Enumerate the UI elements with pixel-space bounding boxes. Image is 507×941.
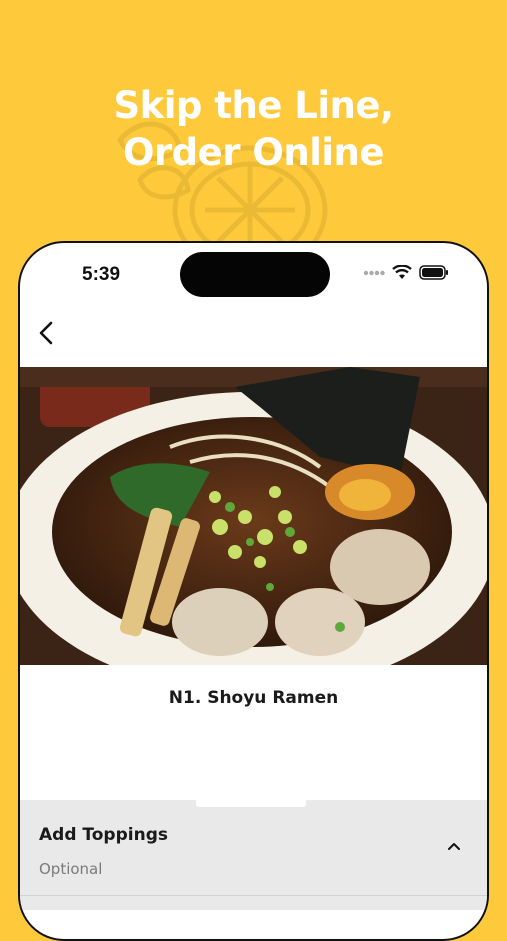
item-name: N1. Shoyu Ramen bbox=[168, 688, 339, 708]
phone-frame: 5:39 N1. Shoyu Ramen Add Toppings Option… bbox=[18, 241, 489, 941]
status-icons bbox=[363, 265, 449, 280]
ramen-bowl-photo bbox=[20, 367, 487, 665]
back-button[interactable] bbox=[28, 317, 64, 349]
headline-line-2: Order Online bbox=[122, 131, 385, 174]
battery-icon bbox=[419, 265, 448, 280]
section-title: Add Toppings bbox=[39, 825, 168, 845]
headline-line-1: Skip the Line, bbox=[113, 84, 394, 127]
section-subtitle: Optional bbox=[39, 860, 103, 878]
signal-icon bbox=[363, 270, 385, 275]
status-time: 5:39 bbox=[82, 264, 121, 285]
section-handle bbox=[196, 797, 306, 807]
chevron-up-icon[interactable] bbox=[447, 842, 461, 851]
dynamic-island bbox=[180, 252, 330, 297]
item-photo bbox=[20, 367, 487, 665]
wifi-icon bbox=[392, 265, 412, 279]
divider bbox=[20, 895, 487, 896]
promo-headline: Skip the Line, Order Online bbox=[0, 82, 507, 176]
add-toppings-section[interactable]: Add Toppings Optional bbox=[20, 797, 487, 910]
chevron-left-icon bbox=[39, 321, 53, 345]
